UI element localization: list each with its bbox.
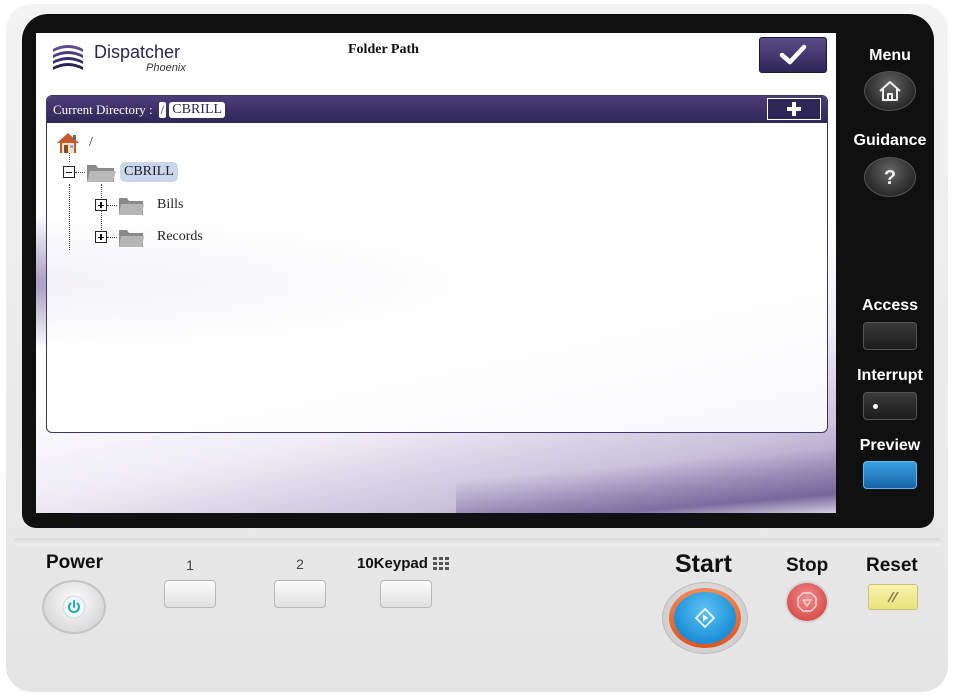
stop-button[interactable] [785, 581, 829, 623]
power-button[interactable] [42, 580, 106, 634]
background-swoosh-lower [456, 433, 836, 513]
interrupt-button[interactable] [863, 392, 917, 420]
interrupt-label: Interrupt [857, 367, 923, 384]
logo-mark-icon [53, 45, 83, 70]
tree-label-cbrill: CBRILL [120, 162, 178, 182]
tree-label-records: Records [157, 229, 203, 244]
tree-connector-main [69, 184, 70, 250]
expand-toggle-records[interactable] [95, 231, 107, 243]
access-label: Access [861, 297, 919, 314]
access-button[interactable] [863, 322, 917, 350]
tree-root-label: / [89, 135, 93, 150]
tree-item-cbrill[interactable]: CBRILL [63, 159, 178, 185]
confirm-button[interactable] [759, 37, 827, 73]
start-button-ring [669, 588, 741, 648]
folder-icon [87, 165, 116, 182]
logo-subtitle: Phoenix [146, 62, 186, 74]
app-logo: Dispatcher Phoenix [50, 41, 210, 77]
keypad-label: 10Keypad [357, 555, 428, 572]
folder-icon [119, 230, 144, 247]
indicator-light [873, 404, 878, 409]
key-2-button[interactable] [274, 580, 326, 608]
preview-button[interactable] [863, 461, 917, 489]
keypad-label-group: 10Keypad [357, 555, 452, 572]
bottom-panel-divider [14, 538, 942, 546]
plus-icon [787, 102, 801, 116]
reset-label: Reset [866, 555, 918, 576]
question-icon: ? [884, 167, 896, 189]
tree-label-bills: Bills [157, 197, 184, 212]
tree-connector [107, 204, 117, 206]
guidance-label: Guidance [853, 132, 927, 149]
keypad-button[interactable] [380, 580, 432, 608]
add-folder-button[interactable] [767, 98, 821, 120]
keypad-icon [432, 556, 449, 570]
reset-button[interactable] [868, 584, 918, 610]
reset-icon [887, 591, 899, 603]
directory-panel: Current Directory : / CBRILL / CBRILL Bi… [46, 95, 828, 433]
folder-icon [119, 198, 144, 215]
expand-toggle-bills[interactable] [95, 199, 107, 211]
house-icon [879, 81, 901, 101]
current-directory-bar: Current Directory : / CBRILL [47, 96, 827, 123]
key-1-button[interactable] [164, 580, 216, 608]
home-icon [57, 133, 79, 153]
power-label: Power [46, 552, 104, 573]
current-directory-label: Current Directory : [53, 101, 153, 117]
guidance-button[interactable]: ? [864, 157, 916, 197]
tree-item-bills[interactable]: Bills [95, 192, 183, 218]
stop-icon [797, 592, 817, 612]
power-icon [62, 595, 86, 619]
collapse-toggle[interactable] [63, 166, 75, 178]
page-title: Folder Path [348, 42, 419, 57]
tree-connector [107, 236, 117, 238]
key-2-label: 2 [296, 556, 304, 572]
preview-label: Preview [859, 437, 921, 454]
menu-button[interactable] [864, 71, 916, 111]
logo-name: Dispatcher [94, 42, 181, 62]
start-button[interactable] [662, 582, 748, 654]
key-1-label: 1 [186, 557, 194, 573]
start-label: Start [675, 550, 732, 578]
checkmark-icon [779, 44, 807, 65]
current-directory-value[interactable]: CBRILL [169, 101, 226, 118]
path-root-separator[interactable]: / [158, 101, 167, 118]
touch-screen: Dispatcher Phoenix Folder Path Current D… [36, 33, 836, 513]
tree-item-root[interactable]: / [55, 130, 93, 156]
start-button-face [674, 592, 736, 644]
start-icon [694, 607, 716, 629]
tree-item-records[interactable]: Records [95, 224, 203, 250]
menu-label: Menu [869, 47, 911, 64]
tree-connector [75, 171, 85, 173]
stop-label: Stop [786, 555, 829, 576]
svg-text:?: ? [884, 167, 896, 189]
